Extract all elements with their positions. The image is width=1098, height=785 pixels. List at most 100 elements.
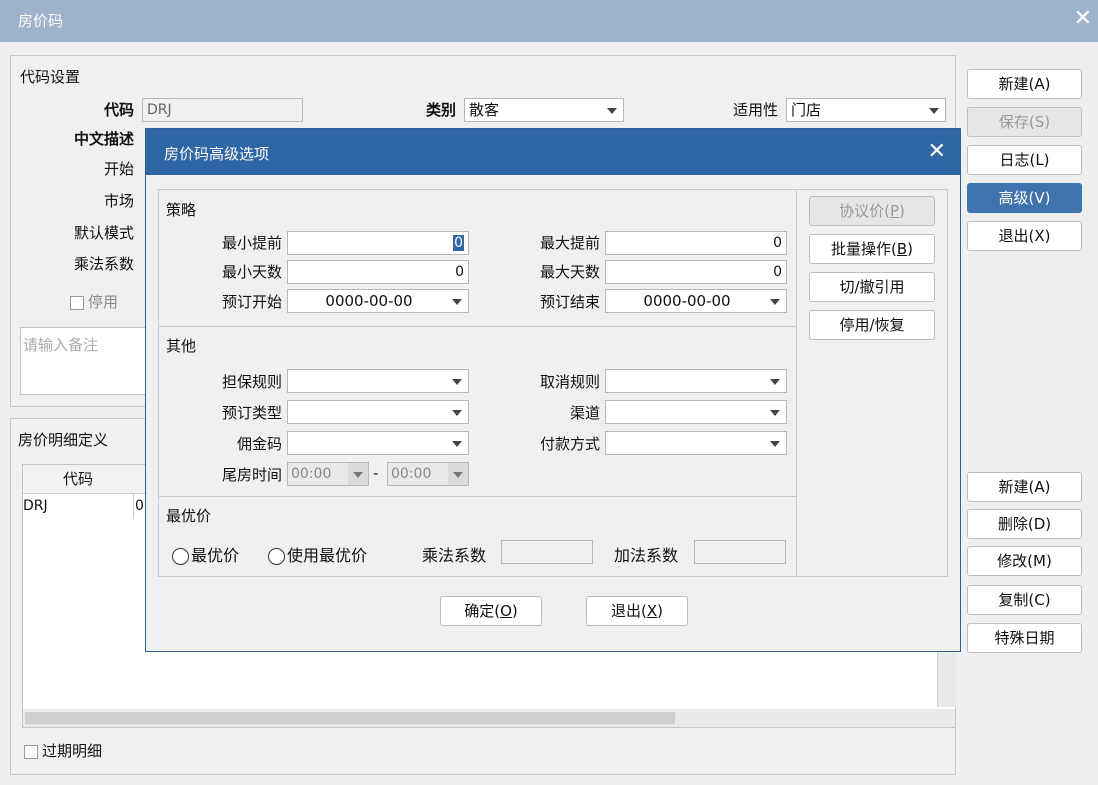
checkbox-icon xyxy=(24,744,38,759)
desc-label: 中文描述 xyxy=(73,130,134,148)
chevron-down-icon xyxy=(607,108,617,114)
market-label: 市场 xyxy=(103,192,134,210)
strategy-title: 策略 xyxy=(166,201,197,219)
max-days-input[interactable]: 0 xyxy=(605,260,787,284)
chevron-down-icon xyxy=(452,410,462,416)
multiplier-label: 乘法系数 xyxy=(73,255,134,273)
applicability-label: 适用性 xyxy=(732,101,778,119)
checkbox-icon xyxy=(70,295,84,310)
guarantee-label: 担保规则 xyxy=(221,373,282,391)
best-price-radio[interactable]: 最优价 xyxy=(172,542,239,566)
horizontal-scrollbar[interactable] xyxy=(23,709,955,727)
dialog-exit-button[interactable]: 退出(X) xyxy=(586,596,688,626)
tail-to-select[interactable]: 00:00 xyxy=(387,462,469,486)
detail-new-button[interactable]: 新建(A) xyxy=(967,472,1082,502)
paren-close: ) xyxy=(907,240,913,258)
chevron-down-icon xyxy=(452,379,462,385)
best-add-input[interactable] xyxy=(694,540,786,564)
use-best-price-radio-label: 使用最优价 xyxy=(287,546,368,565)
use-best-price-radio[interactable]: 使用最优价 xyxy=(268,542,367,566)
table-row-code[interactable]: DRJ xyxy=(23,493,134,519)
new-button[interactable]: 新建(A) xyxy=(967,69,1082,99)
divider xyxy=(796,189,797,577)
special-date-button[interactable]: 特殊日期 xyxy=(967,623,1082,653)
save-button[interactable]: 保存(S) xyxy=(967,107,1082,137)
disable-label: 停用 xyxy=(88,293,119,311)
cancel-select[interactable] xyxy=(605,369,787,393)
agreement-price-button[interactable]: 协议价(P) xyxy=(809,196,935,226)
guarantee-select[interactable] xyxy=(287,369,469,393)
min-days-label: 最小天数 xyxy=(221,263,282,281)
channel-select[interactable] xyxy=(605,400,787,424)
min-days-input[interactable]: 0 xyxy=(287,260,469,284)
applicability-select[interactable]: 门店 xyxy=(786,98,946,122)
batch-operation-button[interactable]: 批量操作(B) xyxy=(809,234,935,264)
radio-icon xyxy=(172,548,189,565)
best-mult-label: 乘法系数 xyxy=(422,546,487,565)
expired-checkbox[interactable]: 过期明细 xyxy=(24,740,102,761)
remark-textarea[interactable]: 请输入备注 xyxy=(20,327,146,395)
detail-delete-button[interactable]: 删除(D) xyxy=(967,509,1082,539)
chevron-down-icon xyxy=(452,441,462,447)
disable-checkbox[interactable]: 停用 xyxy=(70,291,118,312)
advanced-button[interactable]: 高级(V) xyxy=(967,183,1082,213)
best-add-label: 加法系数 xyxy=(614,546,679,565)
chevron-down-icon xyxy=(448,463,468,485)
category-label: 类别 xyxy=(425,101,456,119)
radio-icon xyxy=(268,548,285,565)
chevron-down-icon xyxy=(770,379,780,385)
paren-close: ) xyxy=(511,602,518,620)
chevron-down-icon xyxy=(770,441,780,447)
window-titlebar: 房价码 ✕ xyxy=(0,0,1098,42)
detail-modify-button[interactable]: 修改(M) xyxy=(967,546,1082,576)
tail-from-select[interactable]: 00:00 xyxy=(287,462,369,486)
max-advance-label: 最大提前 xyxy=(539,234,600,252)
book-start-value: 0000-00-00 xyxy=(325,292,413,310)
divider xyxy=(158,496,796,497)
best-price-title: 最优价 xyxy=(166,507,212,525)
batch-label: 批量操作( xyxy=(830,240,897,258)
channel-label: 渠道 xyxy=(569,404,600,422)
paren-close: ) xyxy=(899,202,905,220)
scrollbar-thumb[interactable] xyxy=(25,712,675,724)
close-icon[interactable]: ✕ xyxy=(1074,6,1092,31)
min-advance-value: 0 xyxy=(453,235,464,251)
code-settings-title: 代码设置 xyxy=(20,68,81,86)
toggle-reference-button[interactable]: 切/撤引用 xyxy=(809,272,935,302)
book-start-select[interactable]: 0000-00-00 xyxy=(287,289,469,313)
book-type-select[interactable] xyxy=(287,400,469,424)
default-mode-label: 默认模式 xyxy=(73,224,134,242)
log-button[interactable]: 日志(L) xyxy=(967,145,1082,175)
book-type-label: 预订类型 xyxy=(221,404,282,422)
start-label: 开始 xyxy=(103,160,134,178)
commission-select[interactable] xyxy=(287,431,469,455)
exit-button[interactable]: 退出(X) xyxy=(967,221,1082,251)
commission-label: 佣金码 xyxy=(236,435,282,453)
agreement-label: 协议价( xyxy=(839,202,890,220)
dialog-titlebar: 房价码高级选项 ✕ xyxy=(146,129,960,175)
paren-close: ) xyxy=(657,602,663,620)
disable-restore-button[interactable]: 停用/恢复 xyxy=(809,310,935,340)
cancel-label: 取消规则 xyxy=(539,373,600,391)
tail-to-value: 00:00 xyxy=(391,466,432,482)
best-mult-input[interactable] xyxy=(501,540,593,564)
ok-button[interactable]: 确定(O) xyxy=(440,596,542,626)
best-price-radio-label: 最优价 xyxy=(191,546,240,565)
payment-select[interactable] xyxy=(605,431,787,455)
min-advance-input[interactable]: 0 xyxy=(287,231,469,255)
book-end-value: 0000-00-00 xyxy=(643,292,731,310)
exit-label: 退出( xyxy=(611,602,647,620)
code-field[interactable]: DRJ xyxy=(142,98,303,122)
max-advance-input[interactable]: 0 xyxy=(605,231,787,255)
window-title: 房价码 xyxy=(18,12,64,30)
advanced-options-dialog: 房价码高级选项 ✕ 策略 最小提前 0 最大提前 0 最小天数 0 最大天数 0… xyxy=(145,128,961,652)
col-code-header[interactable]: 代码 xyxy=(23,465,134,494)
tail-time-label: 尾房时间 xyxy=(221,466,282,484)
book-end-select[interactable]: 0000-00-00 xyxy=(605,289,787,313)
tail-from-value: 00:00 xyxy=(291,466,332,482)
expired-label: 过期明细 xyxy=(42,742,103,760)
category-select[interactable]: 散客 xyxy=(464,98,624,122)
book-end-label: 预订结束 xyxy=(539,293,600,311)
detail-copy-button[interactable]: 复制(C) xyxy=(967,585,1082,615)
close-icon[interactable]: ✕ xyxy=(928,139,946,164)
